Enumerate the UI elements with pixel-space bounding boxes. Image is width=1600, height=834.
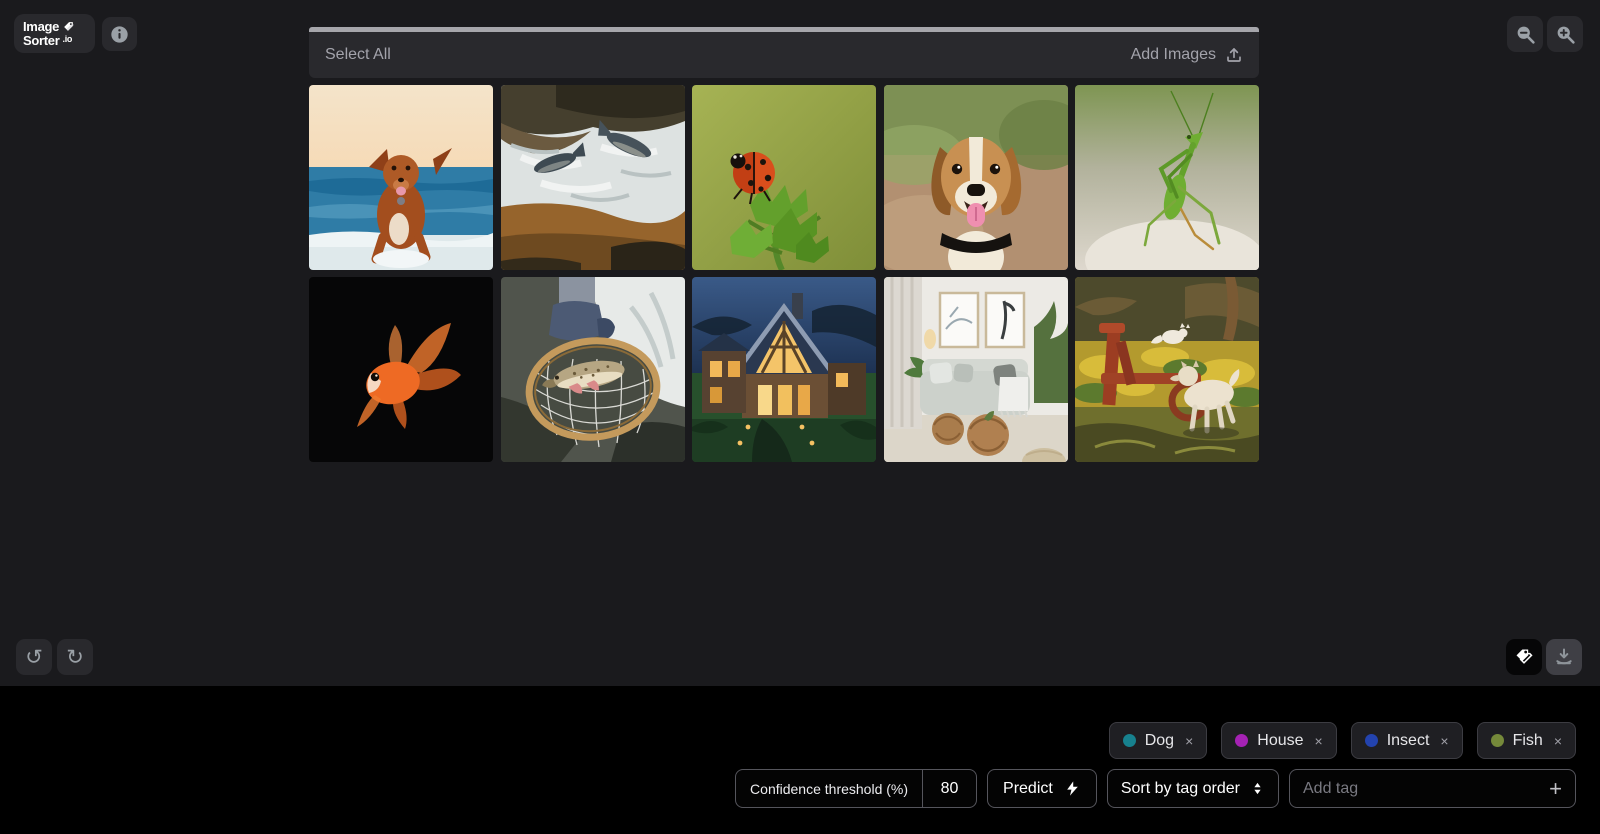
toolbar-row: Select All Add Images <box>309 32 1259 78</box>
bottom-bar: Dog × House × Insect × Fish × Confidence… <box>0 686 1600 834</box>
sort-by-tag-order-button[interactable]: Sort by tag order <box>1106 769 1279 808</box>
image-thumbnail-mantis[interactable] <box>1075 85 1259 270</box>
image-house-dusk <box>692 277 876 462</box>
image-dog-beach <box>309 85 493 270</box>
image-thumbnail-beagle[interactable] <box>883 85 1068 270</box>
add-tag-group: + <box>1289 769 1576 808</box>
controls-row: Confidence threshold (%) Predict Sort by… <box>735 769 1576 808</box>
confidence-threshold-label: Confidence threshold (%) <box>750 780 909 797</box>
tag-label: Dog <box>1144 731 1175 749</box>
image-dog-field <box>1075 277 1259 462</box>
tags-logo-icon <box>64 22 74 31</box>
image-thumbnail-dog-beach[interactable] <box>309 85 493 270</box>
select-all-button[interactable]: Select All <box>325 46 391 64</box>
info-button[interactable] <box>102 17 137 51</box>
add-images-button[interactable]: Add Images <box>1131 46 1243 64</box>
tags-icon <box>1516 649 1533 664</box>
logo-text-image: Image <box>23 19 60 34</box>
tag-chip-fish[interactable]: Fish × <box>1476 722 1576 759</box>
tag-label: Fish <box>1512 731 1543 749</box>
image-ladybug <box>692 85 876 270</box>
image-trout-net <box>500 277 685 462</box>
upload-icon <box>1227 48 1241 62</box>
image-thumbnail-trout-net[interactable] <box>500 277 685 462</box>
tags-row: Dog × House × Insect × Fish × <box>1108 722 1576 759</box>
predict-button[interactable]: Predict <box>987 769 1097 808</box>
logo-text-sorter: Sorter <box>23 32 60 48</box>
tag-remove-button[interactable]: × <box>1313 733 1323 749</box>
image-living-room <box>883 277 1068 462</box>
image-beagle <box>883 85 1068 270</box>
sort-label: Sort by tag order <box>1120 779 1240 797</box>
tag-remove-button[interactable]: × <box>1438 733 1448 749</box>
tag-chip-dog[interactable]: Dog × <box>1108 722 1208 759</box>
logo-line-1: Image <box>23 20 86 33</box>
tag-remove-button[interactable]: × <box>1183 733 1193 749</box>
tag-label: Insect <box>1386 731 1430 749</box>
zoom-in-icon <box>1557 26 1575 44</box>
confidence-threshold-group: Confidence threshold (%) <box>735 769 978 808</box>
tag-color-dot <box>1122 734 1136 747</box>
redo-icon: ↻ <box>66 644 84 669</box>
download-button[interactable] <box>1546 639 1582 675</box>
image-sorter-app: { "app": { "logo": { "line1": "Image", "… <box>0 0 1600 834</box>
image-thumbnail-dog-field[interactable] <box>1075 277 1259 462</box>
logo-line-2: Sorter .io <box>23 33 86 47</box>
predict-label: Predict <box>1003 779 1053 797</box>
add-images-label: Add Images <box>1130 46 1216 63</box>
grid-toolbar: Select All Add Images <box>309 27 1259 78</box>
image-thumbnail-ladybug[interactable] <box>692 85 876 270</box>
tag-remove-button[interactable]: × <box>1552 733 1562 749</box>
tag-color-dot <box>1364 734 1378 747</box>
image-goldfish <box>309 277 493 462</box>
image-thumbnail-living-room[interactable] <box>883 277 1068 462</box>
add-tag-button[interactable]: + <box>1549 777 1562 800</box>
lightning-bolt-icon <box>1067 781 1078 796</box>
redo-button[interactable]: ↻ <box>57 639 93 675</box>
zoom-out-icon <box>1517 26 1535 44</box>
undo-button[interactable]: ↺ <box>16 639 52 675</box>
logo-text-io: .io <box>62 34 73 44</box>
app-logo: Image Sorter .io <box>14 14 95 53</box>
image-salmon-rapids <box>500 85 685 270</box>
download-icon <box>1556 648 1572 665</box>
add-tag-input[interactable] <box>1303 779 1542 798</box>
image-grid <box>309 85 1259 462</box>
tag-color-dot <box>1235 734 1249 747</box>
confidence-threshold-input[interactable] <box>922 770 977 807</box>
tag-color-dot <box>1490 734 1504 747</box>
tag-chip-insect[interactable]: Insect × <box>1350 722 1463 759</box>
zoom-in-button[interactable] <box>1547 16 1583 52</box>
zoom-out-button[interactable] <box>1507 16 1543 52</box>
image-thumbnail-house-dusk[interactable] <box>692 277 876 462</box>
tags-panel-toggle-button[interactable] <box>1506 639 1542 675</box>
image-mantis <box>1075 85 1259 270</box>
tag-label: House <box>1257 731 1304 749</box>
info-icon <box>111 25 128 43</box>
image-thumbnail-salmon-rapids[interactable] <box>500 85 685 270</box>
tag-chip-house[interactable]: House × <box>1221 722 1337 759</box>
undo-icon: ↺ <box>25 644 43 669</box>
image-thumbnail-goldfish[interactable] <box>309 277 493 462</box>
sort-up-down-icon <box>1254 782 1261 795</box>
